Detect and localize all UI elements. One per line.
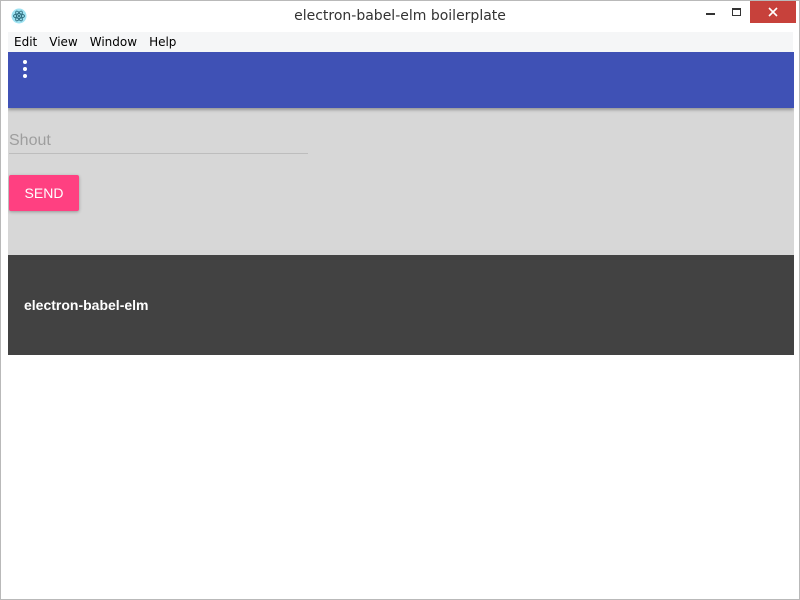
- footer-title: electron-babel-elm: [24, 297, 149, 313]
- close-icon: [768, 7, 778, 17]
- app-window: electron-babel-elm boilerplate Edit View…: [0, 0, 800, 600]
- menu-help[interactable]: Help: [143, 32, 182, 52]
- send-button[interactable]: SEND: [9, 175, 79, 211]
- close-button[interactable]: [750, 1, 796, 23]
- app-header: [8, 52, 794, 108]
- maximize-button[interactable]: [723, 1, 749, 23]
- title-bar[interactable]: electron-babel-elm boilerplate: [1, 1, 799, 32]
- app-content: SEND electron-babel-elm: [8, 52, 794, 593]
- dot: [23, 60, 27, 64]
- more-vertical-icon[interactable]: [20, 60, 30, 78]
- minimize-button[interactable]: [697, 1, 723, 23]
- shout-input[interactable]: [9, 128, 308, 154]
- footer: electron-babel-elm: [8, 255, 794, 355]
- dot: [23, 67, 27, 71]
- maximize-icon: [731, 8, 741, 16]
- menu-window[interactable]: Window: [84, 32, 143, 52]
- menu-view[interactable]: View: [43, 32, 83, 52]
- shout-form: SEND: [8, 108, 794, 255]
- dot: [23, 74, 27, 78]
- window-title: electron-babel-elm boilerplate: [294, 8, 506, 24]
- minimize-icon: [705, 13, 715, 15]
- menu-edit[interactable]: Edit: [8, 32, 43, 52]
- menu-bar: Edit View Window Help: [8, 32, 793, 52]
